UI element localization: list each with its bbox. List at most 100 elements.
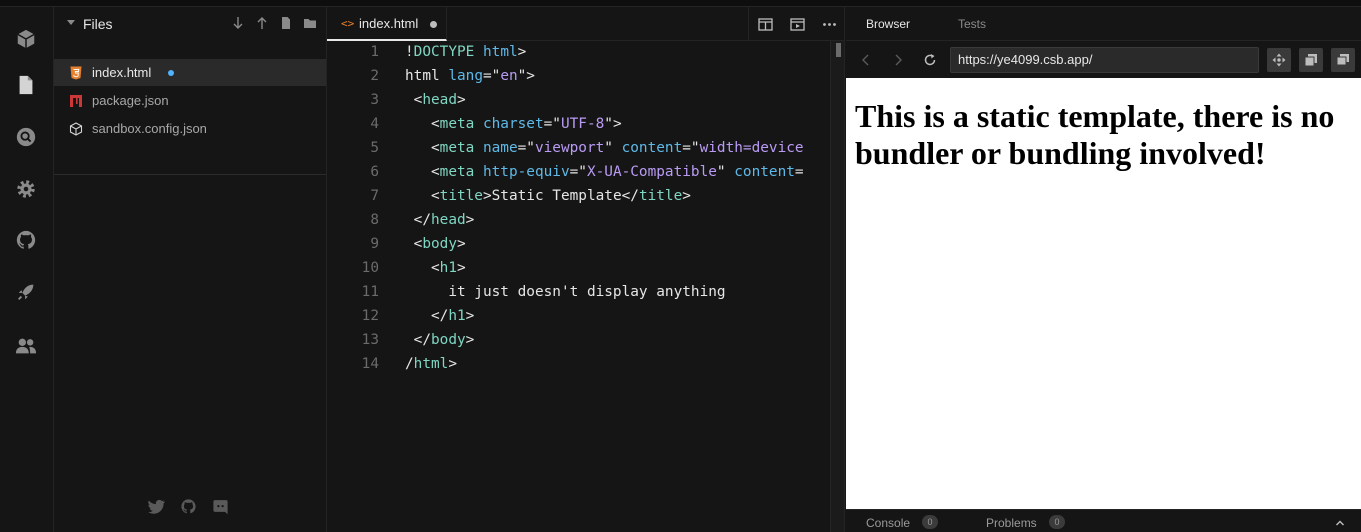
code-token: < — [405, 140, 440, 156]
code-token: UTF-8 — [560, 116, 605, 132]
code-line[interactable]: 11 it just doesn't display anything — [327, 281, 844, 305]
activity-bar — [0, 7, 54, 532]
file-item-index-html[interactable]: index.html — [54, 59, 326, 86]
code-line[interactable]: 9 <body> — [327, 233, 844, 257]
editor-scrollbar[interactable] — [830, 41, 844, 532]
code-token: h1 — [439, 260, 457, 276]
github-icon[interactable] — [179, 497, 197, 515]
file-item-sandbox-config[interactable]: sandbox.config.json — [54, 115, 326, 142]
discord-icon[interactable] — [211, 497, 229, 515]
code-token: </ — [405, 332, 431, 348]
refresh-icon[interactable] — [921, 51, 939, 69]
social-links — [147, 497, 229, 515]
code-line[interactable]: 12 </h1> — [327, 305, 844, 329]
twitter-icon[interactable] — [147, 497, 165, 515]
line-number: 9 — [370, 236, 379, 252]
preview-icon[interactable] — [781, 7, 813, 41]
file-icon[interactable] — [15, 74, 37, 96]
code-token: > — [465, 308, 475, 324]
code-token: http-equiv — [482, 164, 570, 180]
code-token: ! — [405, 44, 414, 60]
cube-icon[interactable] — [15, 28, 37, 50]
code-token: =" — [517, 140, 535, 156]
code-line[interactable]: 13 </body> — [327, 329, 844, 353]
code-line[interactable]: 10 <h1> — [327, 257, 844, 281]
split-view-icon[interactable] — [749, 7, 781, 41]
tab-index-html[interactable]: <> index.html — [327, 7, 447, 41]
chevron-down-icon[interactable] — [67, 20, 75, 25]
search-icon[interactable] — [15, 126, 37, 148]
code-token: =" — [543, 116, 561, 132]
code-token: body — [422, 236, 457, 252]
code-line[interactable]: 2 html lang="en"> — [327, 65, 844, 89]
users-icon[interactable] — [15, 335, 37, 357]
gear-icon[interactable] — [15, 178, 37, 200]
line-number: 4 — [370, 116, 379, 132]
code-token: > — [465, 212, 475, 228]
rocket-icon[interactable] — [15, 281, 37, 303]
code-text: <title>Static Template</title> — [405, 188, 691, 204]
tab-browser[interactable]: Browser — [866, 17, 910, 31]
files-sidebar: Files index.html package.json sandbox.co… — [54, 7, 327, 532]
console-tab[interactable]: Console — [866, 516, 910, 530]
code-token: "> — [517, 68, 535, 84]
code-token: name — [482, 140, 518, 156]
code-token: charset — [482, 116, 544, 132]
sort-down-icon[interactable] — [230, 15, 246, 31]
code-line[interactable]: 3 <head> — [327, 89, 844, 113]
code-token: " — [716, 164, 735, 180]
box-icon — [69, 121, 83, 136]
forward-icon[interactable] — [889, 51, 907, 69]
code-token: it just doesn't display anything — [405, 284, 726, 300]
code-token: " — [604, 140, 622, 156]
code-line[interactable]: 7 <title>Static Template</title> — [327, 185, 844, 209]
editor-tab-bar: <> index.html — [327, 7, 844, 41]
code-token: head — [422, 92, 457, 108]
new-folder-icon[interactable] — [302, 15, 318, 31]
file-name: index.html — [92, 65, 152, 80]
code-line[interactable]: 5 <meta name="viewport" content="width=d… — [327, 137, 844, 161]
files-title: Files — [83, 16, 113, 32]
line-number: 3 — [370, 92, 379, 108]
code-token: >Static Template</ — [482, 188, 639, 204]
tab-tests[interactable]: Tests — [958, 17, 986, 31]
preview-heading: This is a static template, there is no b… — [855, 98, 1335, 171]
code-text: </h1> — [405, 308, 474, 324]
back-icon[interactable] — [857, 51, 875, 69]
file-item-package-json[interactable]: package.json — [54, 87, 326, 114]
files-header[interactable]: Files — [54, 7, 326, 41]
chevron-up-icon[interactable] — [1335, 518, 1345, 528]
scrollbar-thumb[interactable] — [836, 43, 841, 57]
sort-up-icon[interactable] — [254, 15, 270, 31]
line-number: 10 — [361, 260, 379, 276]
more-icon[interactable] — [813, 7, 844, 41]
problems-tab[interactable]: Problems — [986, 516, 1037, 530]
code-token: > — [682, 188, 691, 204]
code-token: X-UA-Compatible — [586, 164, 717, 180]
code-text: <meta name="viewport" content="width=dev… — [405, 140, 804, 156]
code-token: < — [405, 260, 440, 276]
code-icon: <> — [341, 17, 355, 30]
tab-label: index.html — [359, 16, 419, 31]
code-text: </body> — [405, 332, 475, 348]
code-token: < — [405, 164, 440, 180]
github-icon[interactable] — [15, 229, 37, 251]
new-file-icon[interactable] — [278, 15, 294, 31]
new-window-icon[interactable] — [1331, 48, 1355, 72]
line-number: 7 — [370, 188, 379, 204]
code-token: meta — [439, 140, 475, 156]
move-icon[interactable] — [1267, 48, 1291, 72]
code-line[interactable]: 8 </head> — [327, 209, 844, 233]
code-line[interactable]: 1 !DOCTYPE html> — [327, 41, 844, 65]
code-line[interactable]: 14/html> — [327, 353, 844, 377]
unsaved-dot[interactable] — [430, 21, 437, 28]
url-input[interactable]: https://ye4099.csb.app/ — [950, 47, 1259, 73]
code-line[interactable]: 4 <meta charset="UTF-8"> — [327, 113, 844, 137]
code-token: head — [431, 212, 466, 228]
browser-tabs: Browser Tests — [846, 7, 1361, 41]
code-line[interactable]: 6 <meta http-equiv="X-UA-Compatible" con… — [327, 161, 844, 185]
code-token: viewport — [534, 140, 605, 156]
code-token: h1 — [448, 308, 466, 324]
copy-icon[interactable] — [1299, 48, 1323, 72]
